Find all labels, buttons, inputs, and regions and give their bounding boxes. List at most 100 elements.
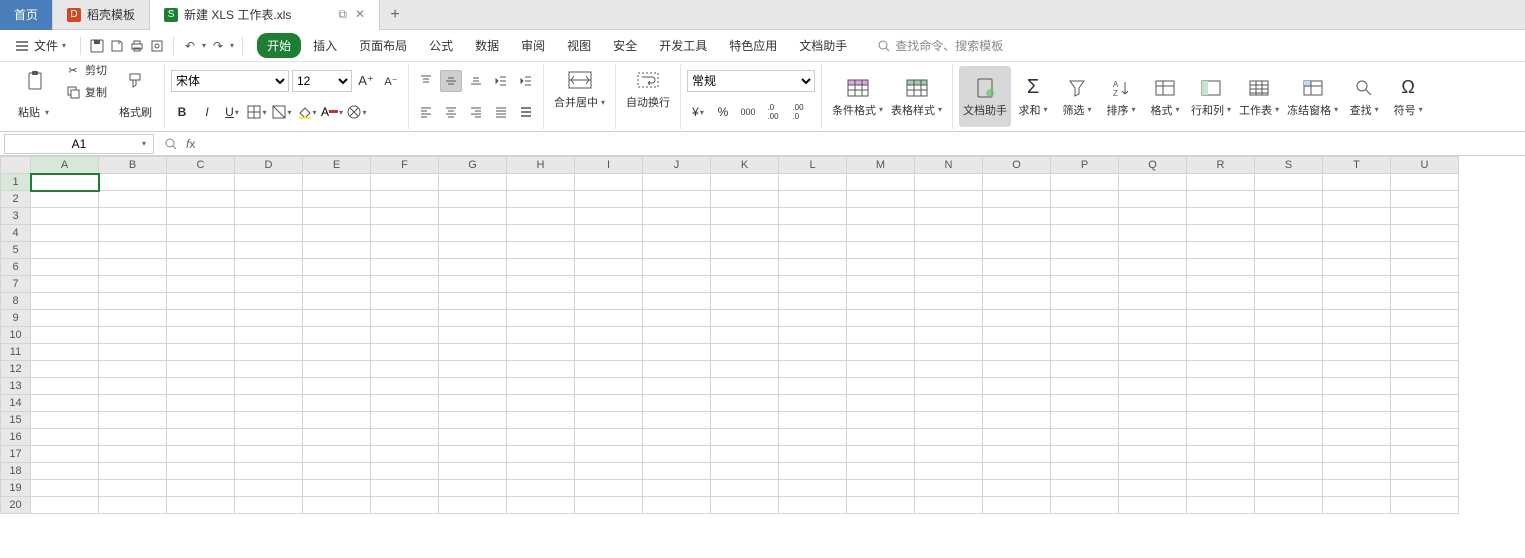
cell[interactable]: [1187, 497, 1255, 514]
cell[interactable]: [1187, 463, 1255, 480]
cell-shading-button[interactable]: ▾: [271, 101, 293, 123]
cell[interactable]: [983, 276, 1051, 293]
cell[interactable]: [711, 242, 779, 259]
cell[interactable]: [99, 378, 167, 395]
row-header[interactable]: 20: [1, 497, 31, 514]
cell[interactable]: [779, 480, 847, 497]
cell[interactable]: [847, 395, 915, 412]
cell[interactable]: [643, 174, 711, 191]
cell[interactable]: [1187, 174, 1255, 191]
cell[interactable]: [1323, 361, 1391, 378]
cell[interactable]: [371, 259, 439, 276]
cell[interactable]: [711, 463, 779, 480]
cell[interactable]: [167, 242, 235, 259]
cell[interactable]: [507, 293, 575, 310]
cell[interactable]: [847, 497, 915, 514]
cell[interactable]: [1051, 412, 1119, 429]
wrap-text-button[interactable]: 自动换行: [622, 66, 674, 112]
align-center-button[interactable]: [440, 101, 462, 123]
cell[interactable]: [371, 361, 439, 378]
cell[interactable]: [439, 497, 507, 514]
cell[interactable]: [847, 242, 915, 259]
cell[interactable]: [371, 276, 439, 293]
cell[interactable]: [507, 412, 575, 429]
paste-button[interactable]: [14, 67, 58, 95]
cell[interactable]: [915, 191, 983, 208]
cell[interactable]: [1187, 242, 1255, 259]
cell[interactable]: [1255, 293, 1323, 310]
cell[interactable]: [1323, 208, 1391, 225]
cell[interactable]: [643, 378, 711, 395]
cell[interactable]: [1051, 310, 1119, 327]
cell[interactable]: [915, 293, 983, 310]
cell[interactable]: [643, 446, 711, 463]
cell[interactable]: [1051, 242, 1119, 259]
ribbon-tab-1[interactable]: 插入: [303, 33, 347, 58]
cell[interactable]: [1255, 225, 1323, 242]
column-header[interactable]: O: [983, 157, 1051, 174]
cell[interactable]: [1391, 259, 1459, 276]
cell[interactable]: [167, 293, 235, 310]
cell[interactable]: [1391, 310, 1459, 327]
number-format-select[interactable]: 常规: [687, 70, 815, 92]
cell[interactable]: [711, 259, 779, 276]
row-header[interactable]: 13: [1, 378, 31, 395]
border-button[interactable]: ▾: [246, 101, 268, 123]
cell[interactable]: [847, 412, 915, 429]
row-header[interactable]: 12: [1, 361, 31, 378]
cell[interactable]: [575, 174, 643, 191]
cell[interactable]: [1187, 361, 1255, 378]
decrease-decimal-button[interactable]: .00.0: [787, 101, 809, 123]
cell[interactable]: [507, 259, 575, 276]
cell[interactable]: [779, 446, 847, 463]
cell[interactable]: [31, 378, 99, 395]
cell[interactable]: [99, 174, 167, 191]
cell[interactable]: [507, 429, 575, 446]
cell[interactable]: [31, 429, 99, 446]
decrease-indent-button[interactable]: [490, 70, 512, 92]
cell[interactable]: [643, 395, 711, 412]
cell[interactable]: [915, 276, 983, 293]
cell[interactable]: [1187, 446, 1255, 463]
cell[interactable]: [235, 463, 303, 480]
currency-button[interactable]: ¥▾: [687, 101, 709, 123]
cell[interactable]: [711, 208, 779, 225]
sort-button[interactable]: AZ排序▾: [1099, 66, 1143, 127]
cell[interactable]: [507, 208, 575, 225]
cell[interactable]: [1255, 412, 1323, 429]
cell[interactable]: [507, 174, 575, 191]
column-header[interactable]: T: [1323, 157, 1391, 174]
cell[interactable]: [235, 429, 303, 446]
cell[interactable]: [167, 344, 235, 361]
cell[interactable]: [99, 242, 167, 259]
cell[interactable]: [235, 327, 303, 344]
cell[interactable]: [371, 480, 439, 497]
ribbon-tab-8[interactable]: 开发工具: [649, 33, 717, 58]
cell[interactable]: [303, 378, 371, 395]
cell[interactable]: [643, 191, 711, 208]
cell[interactable]: [711, 276, 779, 293]
cell[interactable]: [847, 310, 915, 327]
cell[interactable]: [1323, 480, 1391, 497]
cell[interactable]: [235, 293, 303, 310]
cell[interactable]: [711, 480, 779, 497]
cell[interactable]: [1391, 293, 1459, 310]
column-header[interactable]: P: [1051, 157, 1119, 174]
cell[interactable]: [235, 361, 303, 378]
cell[interactable]: [1255, 344, 1323, 361]
format-painter-button[interactable]: [114, 67, 158, 95]
cell[interactable]: [99, 429, 167, 446]
cell[interactable]: [439, 208, 507, 225]
cell[interactable]: [1391, 446, 1459, 463]
cell[interactable]: [99, 208, 167, 225]
cell[interactable]: [235, 208, 303, 225]
cell[interactable]: [915, 327, 983, 344]
cell[interactable]: [167, 276, 235, 293]
cell[interactable]: [1051, 208, 1119, 225]
cell[interactable]: [99, 310, 167, 327]
cell[interactable]: [1187, 208, 1255, 225]
cell[interactable]: [711, 395, 779, 412]
cell[interactable]: [99, 395, 167, 412]
cell[interactable]: [167, 259, 235, 276]
align-left-button[interactable]: [415, 101, 437, 123]
